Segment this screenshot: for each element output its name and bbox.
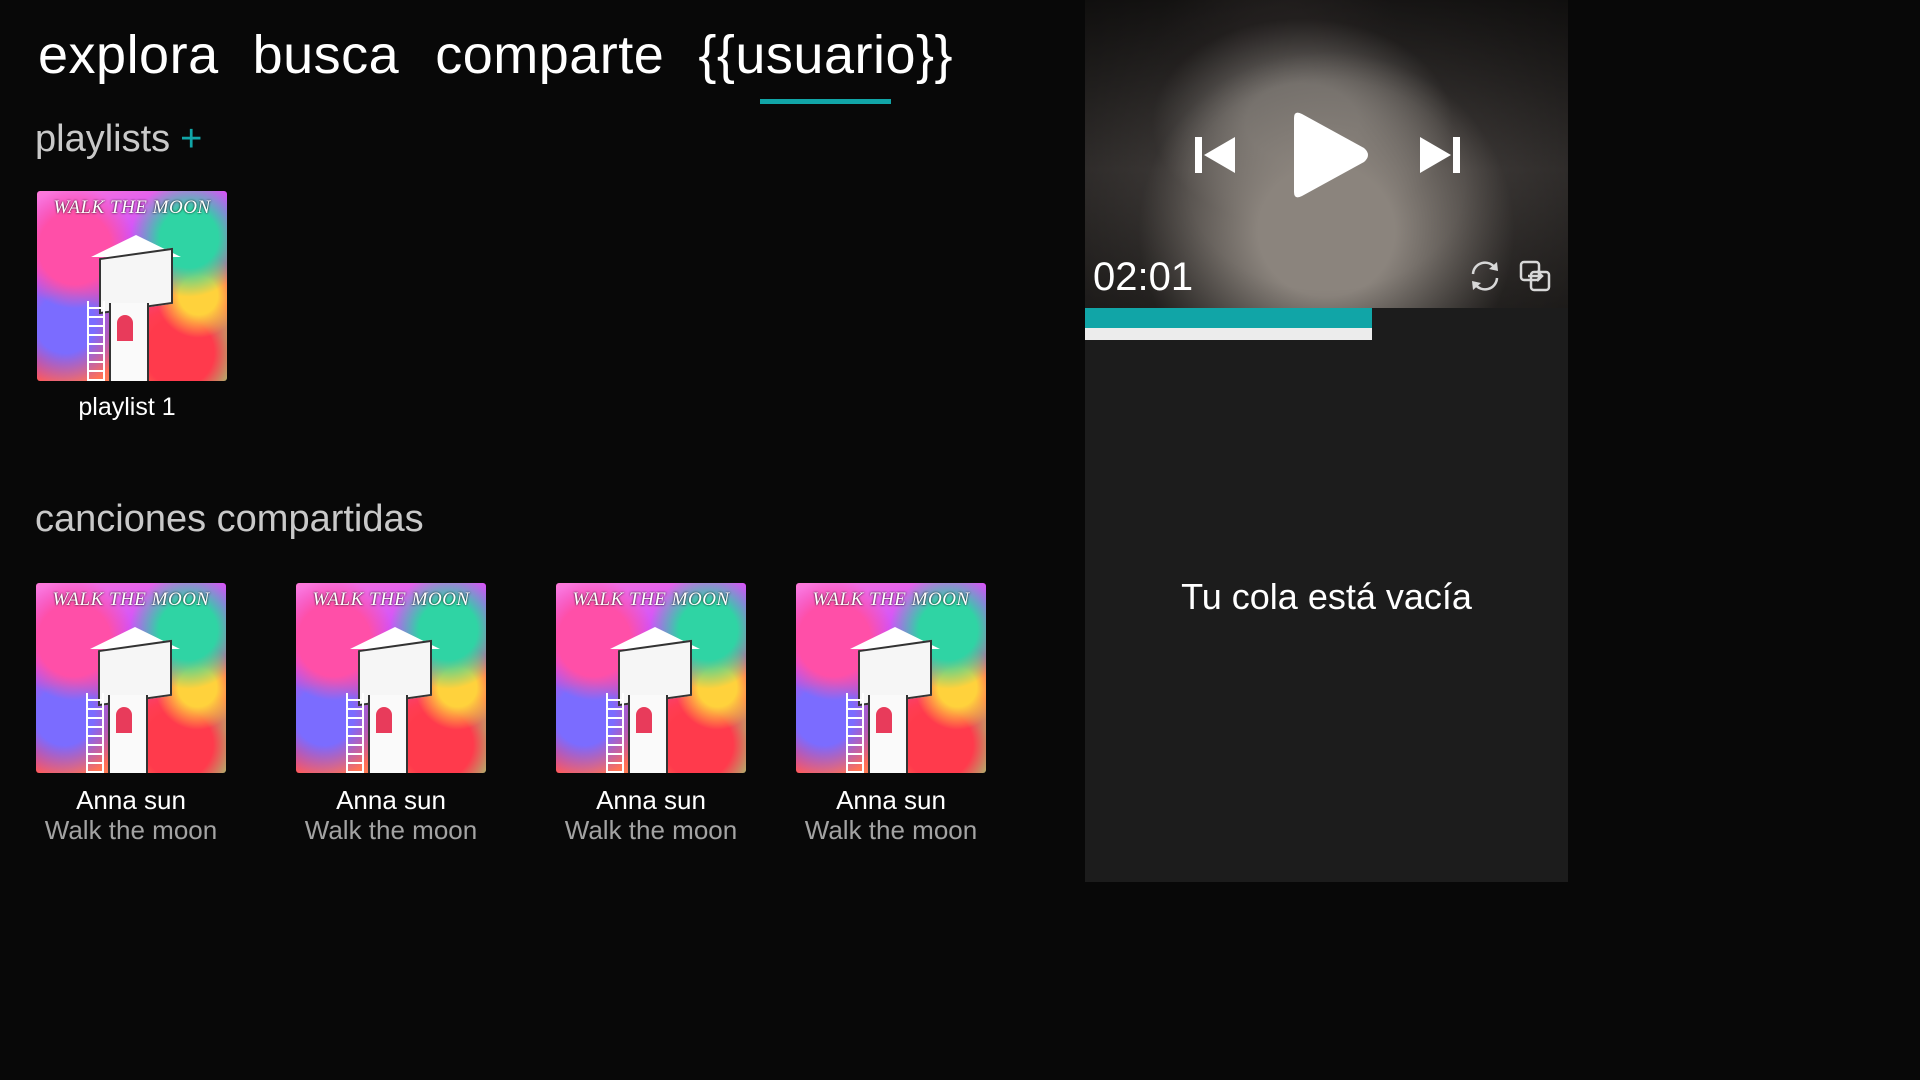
song-cover: WALK THE MOON	[36, 583, 226, 773]
app: explora busca comparte {{usuario}} playl…	[0, 0, 1568, 882]
song-title: Walk the moon	[304, 815, 478, 845]
tab-usuario[interactable]: {{usuario}}	[698, 22, 953, 104]
elapsed-time: 02:01	[1093, 255, 1194, 299]
skip-next-icon[interactable]	[1418, 133, 1462, 177]
progress-fill	[1085, 308, 1373, 328]
tab-busca[interactable]: busca	[253, 22, 400, 88]
buffer-bar	[1085, 328, 1568, 340]
playlists-header: playlists +	[35, 118, 202, 161]
add-playlist-button[interactable]: +	[180, 118, 202, 161]
song-card[interactable]: WALK THE MOON Anna sun Walk the moon	[796, 583, 986, 845]
song-cover: WALK THE MOON	[296, 583, 486, 773]
skip-previous-icon[interactable]	[1193, 133, 1237, 177]
song-title: Walk the moon	[564, 815, 738, 845]
playlist-cover: WALK THE MOON	[37, 191, 227, 381]
cover-art-title: WALK THE MOON	[572, 589, 730, 610]
player-panel: 02:01 Tu cola está vacía	[1085, 0, 1568, 882]
cover-art-title: WALK THE MOON	[812, 589, 970, 610]
playlist-label: playlist 1	[78, 393, 176, 421]
buffer-fill	[1085, 328, 1373, 340]
song-artist: Anna sun	[336, 785, 446, 815]
play-icon[interactable]	[1288, 110, 1370, 200]
tab-explora[interactable]: explora	[38, 22, 219, 88]
main-content: explora busca comparte {{usuario}} playl…	[0, 0, 1085, 882]
tab-comparte[interactable]: comparte	[435, 22, 664, 88]
song-artist: Anna sun	[596, 785, 706, 815]
repeat-icon[interactable]	[1467, 258, 1503, 294]
song-artist: Anna sun	[836, 785, 946, 815]
playlists-title: playlists	[35, 118, 171, 160]
cover-art-title: WALK THE MOON	[53, 197, 211, 218]
song-title: Walk the moon	[804, 815, 978, 845]
song-card[interactable]: WALK THE MOON Anna sun Walk the moon	[36, 583, 226, 845]
playlist-card[interactable]: WALK THE MOON playlist 1	[37, 191, 227, 422]
song-cover: WALK THE MOON	[796, 583, 986, 773]
cover-art-title: WALK THE MOON	[312, 589, 470, 610]
song-artist: Anna sun	[76, 785, 186, 815]
song-card[interactable]: WALK THE MOON Anna sun Walk the moon	[556, 583, 746, 845]
cover-art-title: WALK THE MOON	[52, 589, 210, 610]
top-nav: explora busca comparte {{usuario}}	[38, 22, 987, 104]
song-card[interactable]: WALK THE MOON Anna sun Walk the moon	[296, 583, 486, 845]
shared-songs-title: canciones compartidas	[35, 498, 424, 540]
queue-empty-message: Tu cola está vacía	[1181, 576, 1472, 617]
song-title: Walk the moon	[44, 815, 218, 845]
progress-bar[interactable]	[1085, 308, 1568, 328]
share-icon[interactable]	[1517, 258, 1553, 294]
song-cover: WALK THE MOON	[556, 583, 746, 773]
